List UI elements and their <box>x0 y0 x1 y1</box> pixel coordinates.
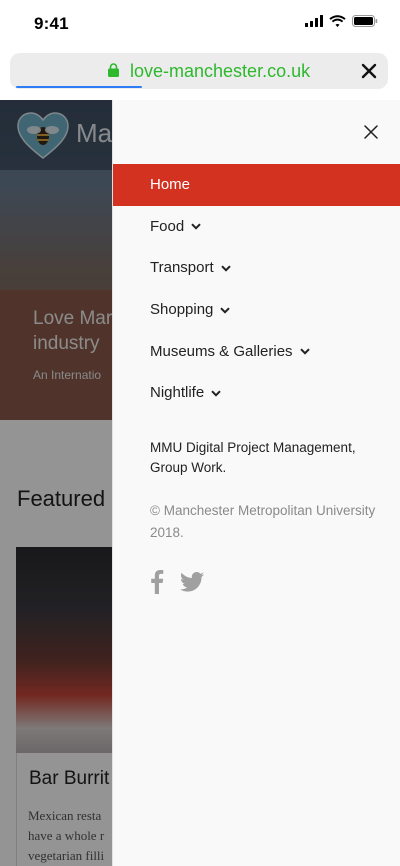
chevron-down-icon <box>211 390 221 397</box>
status-time: 9:41 <box>34 14 69 33</box>
project-note: MMU Digital Project Management, Group Wo… <box>150 440 356 475</box>
menu-item-museums-galleries[interactable]: Museums & Galleries <box>113 330 400 372</box>
close-menu-icon[interactable] <box>363 124 379 140</box>
browser-toolbar: love-manchester.co.uk <box>0 48 400 100</box>
twitter-icon[interactable] <box>180 572 204 592</box>
menu-item-label: Home <box>150 176 191 194</box>
chevron-down-icon <box>191 223 201 231</box>
wifi-icon <box>329 15 346 27</box>
chevron-down-icon <box>220 265 231 272</box>
page-load-progress <box>16 86 142 88</box>
copyright-text: © Manchester Metropolitan University 201… <box>150 503 376 540</box>
url-bar[interactable]: love-manchester.co.uk <box>10 53 388 89</box>
battery-icon <box>352 15 378 27</box>
url-text[interactable]: love-manchester.co.uk <box>130 61 310 82</box>
menu-item-label: Museums & Galleries <box>150 342 293 360</box>
menu-item-nightlife[interactable]: Nightlife <box>113 372 400 414</box>
main-menu: Home Food Transport Shopping Museums & G… <box>113 164 400 414</box>
facebook-icon[interactable] <box>150 570 164 594</box>
menu-item-label: Transport <box>150 259 214 277</box>
status-icons <box>305 15 378 27</box>
menu-item-transport[interactable]: Transport <box>113 247 400 289</box>
menu-item-home[interactable]: Home <box>113 164 400 206</box>
cellular-signal-icon <box>305 15 323 27</box>
menu-item-food[interactable]: Food <box>113 206 400 248</box>
chevron-down-icon <box>299 348 310 355</box>
close-icon[interactable] <box>358 60 380 82</box>
social-links <box>150 570 204 594</box>
navigation-drawer: Home Food Transport Shopping Museums & G… <box>112 100 400 866</box>
menu-item-label: Nightlife <box>150 384 205 402</box>
menu-item-shopping[interactable]: Shopping <box>113 289 400 331</box>
chevron-down-icon <box>220 307 231 314</box>
menu-item-label: Food <box>150 217 185 235</box>
menu-item-label: Shopping <box>150 301 214 319</box>
lock-icon <box>108 63 119 77</box>
status-bar: 9:41 <box>0 0 400 48</box>
